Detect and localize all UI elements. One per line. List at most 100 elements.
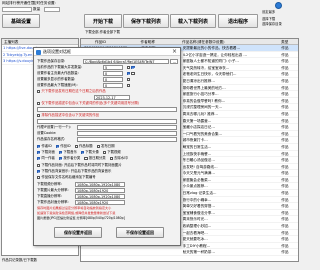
table-cell: 今天又是元气满满… bbox=[182, 171, 215, 176]
table-cell: 周末快乐时光… bbox=[182, 217, 208, 222]
keyword-field[interactable] bbox=[37, 107, 177, 112]
save-settings-button[interactable]: 保存设置并返回 bbox=[54, 227, 102, 238]
table-cell: 宝宝辅食做法分享… bbox=[182, 210, 215, 215]
table-cell: 作品 bbox=[281, 158, 289, 163]
option-label: 下载视频 bbox=[107, 150, 121, 154]
table-cell: 作品 bbox=[281, 191, 289, 196]
option-checkbox[interactable] bbox=[127, 71, 131, 75]
option-label: 下载封面 bbox=[41, 150, 55, 154]
exit-label: 退出程序 bbox=[227, 18, 248, 25]
res-select[interactable]: 1080p-1080p-1920x1080 bbox=[75, 182, 125, 187]
load-list-button[interactable]: 载入下载列表 bbox=[170, 14, 216, 28]
settings-gear-icon[interactable] bbox=[275, 2, 282, 9]
option-label: 作者ID bbox=[41, 144, 52, 148]
option-checkbox[interactable] bbox=[58, 156, 63, 160]
option-label: 下载作品封面: 开启后下载作品时将同时下载封面图片 bbox=[41, 163, 122, 167]
exclude-field[interactable] bbox=[37, 119, 177, 124]
col-title: 作品名称(请在参数中设置) bbox=[182, 40, 225, 44]
proxy-field[interactable] bbox=[77, 125, 177, 130]
col-type: 类型 bbox=[281, 40, 289, 44]
table-cell: 作品 bbox=[281, 171, 289, 176]
date-filter-label: 只下载作品发布日期在这个日期之后的作品 bbox=[41, 89, 106, 93]
note-text: 如遇到下载失败请检查网络,或降低并发数量重新尝试下载 bbox=[37, 211, 116, 215]
cover-label: 下载作品封面分辨率: bbox=[37, 200, 69, 205]
cancel-settings-button[interactable]: 不保存设置返回 bbox=[116, 227, 164, 238]
table-cell: 作品 bbox=[281, 92, 289, 97]
table-cell: 宝藏小店探店日记… bbox=[182, 125, 215, 130]
option-checkbox[interactable] bbox=[131, 71, 135, 75]
table-cell: 作品 bbox=[281, 151, 289, 156]
option-checkbox[interactable] bbox=[37, 156, 41, 160]
date-field[interactable]: 2023-12-17 bbox=[94, 95, 130, 100]
option-checkbox[interactable] bbox=[55, 144, 60, 148]
table-cell: 作品 bbox=[281, 197, 289, 202]
table-cell: 作品 bbox=[281, 217, 289, 222]
option-checkbox[interactable] bbox=[37, 169, 41, 173]
exit-button[interactable]: 退出程序 bbox=[218, 14, 258, 28]
select-download-link[interactable]: 选择下载 bbox=[262, 17, 275, 22]
save-dir-field[interactable]: C:/Box/Ab6d1b4 6/Anra?/Re/1ES4R/Te/N7 bbox=[83, 59, 169, 64]
save-list-label: 保存下载列表 bbox=[130, 18, 161, 25]
choose-dir-link[interactable]: 选择保存目录 bbox=[262, 22, 282, 27]
cookie-field[interactable] bbox=[77, 131, 177, 136]
proxy-label: 代理IP设置(一行一个): bbox=[37, 125, 71, 130]
basic-settings-button[interactable]: 基础设置 bbox=[2, 14, 40, 28]
max-count-field[interactable]: 5 bbox=[103, 65, 123, 70]
option-checkbox[interactable] bbox=[102, 150, 107, 154]
save-list-button[interactable]: 保存下载列表 bbox=[123, 14, 169, 28]
speed-label: 设置作品最大下载速度(M): bbox=[37, 83, 78, 88]
res-select[interactable]: 1080p-1080p-1920x1080 bbox=[75, 194, 125, 199]
table-cell: 作品 bbox=[281, 125, 289, 130]
option-checkbox[interactable] bbox=[74, 144, 78, 148]
author-count-field[interactable]: 0 bbox=[103, 71, 123, 76]
table-cell bbox=[141, 249, 182, 255]
table-cell: 沉浸式整理房间的一天… bbox=[182, 105, 223, 110]
res-select[interactable]: 1080p-1080x1920 bbox=[75, 188, 125, 193]
download-hint: 下载全部,作者全部下载 bbox=[85, 30, 120, 34]
speed-field[interactable]: 0 bbox=[103, 83, 123, 88]
left-footer-label: 作品共记录数/已下载数 bbox=[2, 258, 38, 262]
table-cell: 作品 bbox=[281, 237, 289, 242]
exclude-checkbox[interactable] bbox=[37, 113, 41, 117]
table-cell: 秋天的第一杯奶茶… bbox=[182, 250, 215, 255]
col-author: 作者昵称 bbox=[140, 40, 155, 44]
start-download-button[interactable]: 开始下载 bbox=[84, 14, 122, 28]
name-format-field[interactable] bbox=[77, 137, 177, 142]
comment-count-field[interactable]: 0 bbox=[103, 77, 123, 82]
option-checkbox[interactable] bbox=[84, 156, 88, 160]
table-cell: 老爸老妈生日快乐，今天带他们… bbox=[182, 72, 237, 77]
option-label: 作品标题 bbox=[78, 144, 93, 148]
option-label: 发布日期 bbox=[100, 144, 115, 148]
option-checkbox[interactable] bbox=[37, 175, 41, 179]
table-row[interactable]: 秋天的第一杯奶茶… 作品 bbox=[81, 249, 298, 256]
load-list-label: 载入下载列表 bbox=[177, 18, 208, 25]
option-checkbox[interactable] bbox=[127, 83, 131, 87]
table-cell: 作品 bbox=[281, 243, 289, 248]
option-checkbox[interactable] bbox=[127, 77, 131, 81]
option-checkbox[interactable] bbox=[80, 150, 85, 154]
cover-select[interactable]: 1080p-1080x1920 bbox=[75, 200, 125, 205]
table-cell: 上班族快手晚餐… bbox=[182, 151, 212, 156]
count-input[interactable] bbox=[44, 7, 60, 12]
option-checkbox[interactable] bbox=[37, 163, 41, 167]
table-cell: 城市夜景打卡… bbox=[182, 138, 208, 143]
option-checkbox[interactable] bbox=[127, 65, 131, 69]
option-checkbox[interactable] bbox=[96, 144, 100, 148]
option-checkbox[interactable] bbox=[131, 65, 135, 69]
table-cell: 天气突然转冷，给宝宝添衣… bbox=[182, 65, 230, 70]
option-checkbox[interactable] bbox=[37, 144, 41, 148]
ranking-input[interactable] bbox=[2, 7, 32, 12]
table-cell: 作品 bbox=[281, 224, 289, 229]
option-label: 作品保存文件名称后缀添加下载编号 bbox=[41, 175, 96, 179]
keyword-checkbox[interactable] bbox=[37, 101, 41, 105]
option-checkbox[interactable] bbox=[37, 150, 41, 154]
date-filter-checkbox[interactable] bbox=[37, 89, 41, 93]
table-cell: 家庭旅行小技巧分享… bbox=[182, 92, 219, 97]
table-cell: 作品 bbox=[281, 105, 289, 110]
option-checkbox[interactable] bbox=[109, 156, 114, 160]
browse-button[interactable]: … bbox=[170, 59, 178, 64]
option-checkbox[interactable] bbox=[58, 150, 63, 154]
close-icon[interactable]: × bbox=[170, 48, 179, 56]
table-cell: 夏日清凉出行推荐… bbox=[182, 78, 215, 83]
table-cell: 作品 bbox=[281, 78, 289, 83]
